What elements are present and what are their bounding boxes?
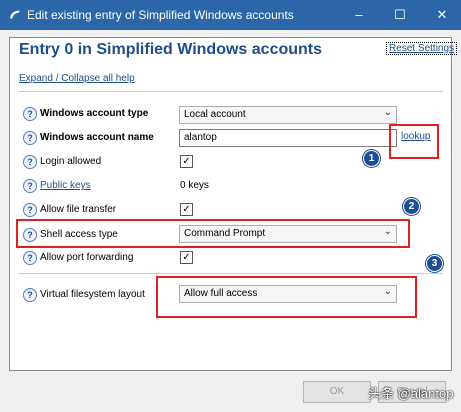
app-icon (10, 10, 20, 19)
help-icon[interactable]: ? (23, 131, 37, 145)
file-transfer-checkbox[interactable]: ✓ (180, 203, 193, 216)
title-bar: Edit existing entry of Simplified Window… (0, 0, 461, 30)
page-title: Entry 0 in Simplified Windows accounts (19, 41, 323, 58)
window-title: Edit existing entry of Simplified Window… (27, 8, 294, 22)
port-forwarding-label: Allow port forwarding (40, 252, 134, 263)
port-forwarding-checkbox[interactable]: ✓ (180, 251, 193, 264)
annotation-badge-3: 3 (426, 255, 443, 272)
file-transfer-label: Allow file transfer (40, 204, 117, 215)
checkmark-icon: ✓ (182, 204, 191, 215)
expand-collapse-help-link[interactable]: Expand / Collapse all help (19, 73, 135, 84)
help-icon[interactable]: ? (23, 251, 37, 265)
public-keys-value: 0 keys (180, 180, 209, 191)
account-type-value: Local account (184, 109, 246, 120)
chevron-down-icon: ⌄ (383, 107, 392, 118)
public-keys-link[interactable]: Public keys (40, 180, 91, 191)
reset-settings-link[interactable]: Reset Settings (386, 42, 458, 55)
account-type-label: Windows account type (40, 108, 149, 119)
watermark: 头条 @alantop (368, 386, 454, 401)
help-icon[interactable]: ? (23, 179, 37, 193)
annotation-box-lookup (389, 124, 439, 159)
login-allowed-checkbox[interactable]: ✓ (180, 155, 193, 168)
maximize-button[interactable]: ☐ (390, 5, 410, 25)
annotation-badge-1: 1 (363, 150, 380, 167)
checkmark-icon: ✓ (182, 156, 191, 167)
ok-button[interactable]: OK (303, 381, 371, 403)
help-icon[interactable]: ? (23, 155, 37, 169)
vfs-layout-label: Virtual filesystem layout (40, 289, 145, 300)
divider (18, 273, 443, 274)
annotation-badge-2: 2 (403, 198, 420, 215)
close-button[interactable]: ✕ (432, 5, 452, 25)
help-icon[interactable]: ? (23, 288, 37, 302)
account-name-input[interactable]: alantop (179, 129, 397, 147)
login-allowed-label: Login allowed (40, 156, 102, 167)
help-icon[interactable]: ? (23, 107, 37, 121)
account-name-label: Windows account name (40, 132, 154, 143)
account-name-value: alantop (184, 132, 217, 143)
annotation-box-shell-access (16, 219, 410, 248)
account-type-select[interactable]: Local account ⌄ (179, 106, 397, 124)
divider (18, 91, 443, 92)
checkmark-icon: ✓ (182, 252, 191, 263)
minimize-button[interactable]: – (349, 5, 369, 25)
annotation-box-vfs-layout (156, 276, 417, 318)
help-icon[interactable]: ? (23, 203, 37, 217)
